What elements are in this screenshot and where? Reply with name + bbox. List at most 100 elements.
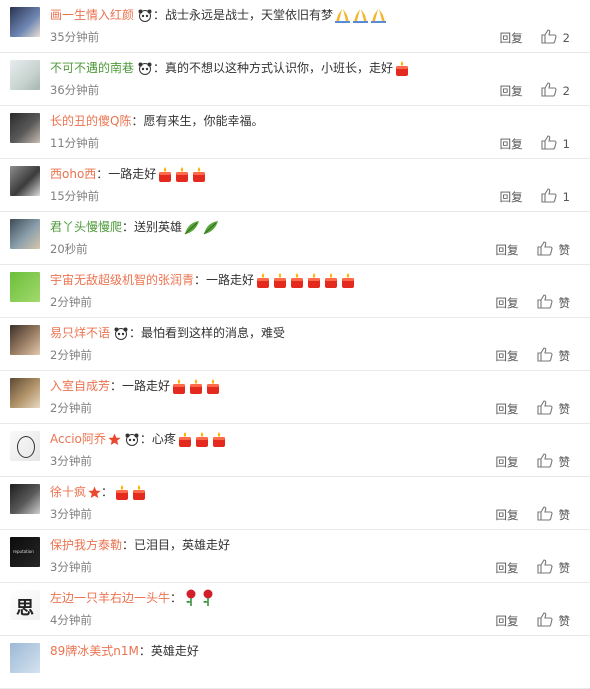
candle-emoji-icon — [171, 378, 187, 395]
comment-text: ：战士永远是战士，天堂依旧有梦 — [153, 8, 334, 22]
candle-emoji-icon — [191, 166, 207, 183]
timestamp: 36分钟前 — [50, 83, 100, 97]
comment-line: 君丫头慢慢爬 ：送别英雄 — [50, 218, 590, 236]
timestamp: 11分钟前 — [50, 136, 100, 150]
timestamp: 35分钟前 — [50, 30, 100, 44]
reply-button[interactable]: 回复 — [496, 454, 519, 470]
comment-content: 宇宙无敌超级机智的张润青 ：一路走好 — [50, 271, 590, 289]
reply-button[interactable]: 回复 — [496, 507, 519, 523]
comment-text: ：一路走好 — [194, 273, 255, 287]
reply-button[interactable]: 回复 — [496, 613, 519, 629]
reply-button[interactable]: 回复 — [500, 136, 523, 152]
username-link[interactable]: 保护我方泰勒 — [50, 536, 122, 554]
comment-content: 入室自成芳 ：一路走好 — [50, 377, 590, 395]
star-badge-icon — [88, 486, 101, 499]
like-button[interactable]: 1 — [541, 135, 570, 153]
comment-line: 画一生情入红颜 ：战士永远是战士，天堂依旧有梦 — [50, 6, 590, 24]
avatar[interactable] — [10, 325, 40, 355]
comment-actions: 回复 赞 — [496, 400, 570, 418]
comment-line: 长的丑的傻Q陈 ：愿有来生，你能幸福。 — [50, 112, 590, 130]
comment-content: 画一生情入红颜 ：战士永远是战士，天堂依旧有梦 — [50, 6, 590, 24]
username-link[interactable]: 西oho西 — [50, 165, 96, 183]
avatar[interactable] — [10, 484, 40, 514]
like-button[interactable]: 赞 — [536, 347, 570, 365]
like-count: 赞 — [558, 561, 571, 575]
comment-row: 西oho西 ：一路走好 15分钟前 回复 1 — [0, 159, 590, 212]
comment-actions: 回复 1 — [500, 188, 570, 206]
avatar[interactable] — [10, 378, 40, 408]
like-button[interactable]: 2 — [541, 29, 570, 47]
username-link[interactable]: 画一生情入红颜 — [50, 6, 134, 24]
comment-actions: 回复 赞 — [496, 453, 570, 471]
reply-button[interactable]: 回复 — [500, 189, 523, 205]
like-button[interactable]: 赞 — [536, 506, 570, 524]
reply-button[interactable]: 回复 — [500, 30, 523, 46]
like-button[interactable]: 赞 — [536, 453, 570, 471]
comment-content: 不可不遇的南巷 ：真的不想以这种方式认识你，小班长，走好 — [50, 59, 590, 77]
comment-actions: 回复 赞 — [496, 347, 570, 365]
like-button[interactable]: 赞 — [536, 294, 571, 312]
avatar[interactable]: reputation — [10, 537, 40, 567]
comment-actions: 回复 2 — [500, 82, 570, 100]
avatar[interactable] — [10, 113, 40, 143]
comment-content: 君丫头慢慢爬 ：送别英雄 — [50, 218, 590, 236]
like-button[interactable]: 赞 — [536, 241, 570, 259]
comment-actions: 回复 1 — [500, 135, 570, 153]
like-count: 2 — [562, 31, 570, 45]
username-link[interactable]: Accio阿乔 — [50, 430, 106, 448]
comment-text: ：送别英雄 — [122, 220, 183, 234]
username-link[interactable]: 左边一只羊右边一头牛 — [50, 589, 170, 607]
like-button[interactable]: 赞 — [536, 559, 571, 577]
comment-text: ：最怕看到这样的消息，难受 — [129, 326, 286, 340]
username-link[interactable]: 不可不遇的南巷 — [50, 59, 134, 77]
comment-line: Accio阿乔 ：心疼 — [50, 430, 590, 448]
reply-button[interactable]: 回复 — [496, 348, 519, 364]
leaf-emoji-icon — [183, 219, 201, 236]
comment-actions: 回复 赞 — [496, 612, 570, 630]
candle-emoji-icon — [211, 431, 227, 448]
like-button[interactable]: 1 — [541, 188, 570, 206]
comment-row: Accio阿乔 ：心疼 3分钟前 回复 赞 — [0, 424, 590, 477]
avatar[interactable] — [10, 643, 40, 673]
avatar[interactable] — [10, 431, 40, 461]
username-link[interactable]: 89牌冰美式n1M — [50, 642, 139, 660]
comment-text: ：心疼 — [139, 432, 176, 446]
comment-row: 长的丑的傻Q陈 ：愿有来生，你能幸福。 11分钟前 回复 1 — [0, 106, 590, 159]
like-count: 2 — [562, 84, 570, 98]
username-link[interactable]: 徐十疯 — [50, 483, 86, 501]
reply-button[interactable]: 回复 — [496, 295, 519, 311]
like-button[interactable]: 赞 — [536, 612, 570, 630]
username-link[interactable]: 宇宙无敌超级机智的张润青 — [50, 271, 194, 289]
candle-emoji-icon — [131, 484, 147, 501]
timestamp: 15分钟前 — [50, 189, 100, 203]
candle-emoji-icon — [289, 272, 305, 289]
avatar[interactable] — [10, 166, 40, 196]
comment-actions: 回复 赞 — [496, 559, 571, 577]
comment-content: 长的丑的傻Q陈 ：愿有来生，你能幸福。 — [50, 112, 590, 130]
reply-button[interactable]: 回复 — [496, 242, 519, 258]
avatar[interactable] — [10, 60, 40, 90]
reply-button[interactable]: 回复 — [496, 560, 519, 576]
avatar[interactable] — [10, 219, 40, 249]
reply-button[interactable]: 回复 — [500, 83, 523, 99]
panda-badge-icon — [137, 8, 153, 22]
username-link[interactable]: 君丫头慢慢爬 — [50, 218, 122, 236]
reply-button[interactable]: 回复 — [496, 401, 519, 417]
comment-line: 西oho西 ：一路走好 — [50, 165, 590, 183]
avatar[interactable]: 思 — [10, 590, 40, 620]
comment-line: 不可不遇的南巷 ：真的不想以这种方式认识你，小班长，走好 — [50, 59, 590, 77]
like-button[interactable]: 2 — [541, 82, 570, 100]
panda-badge-icon — [124, 432, 140, 446]
avatar[interactable] — [10, 7, 40, 37]
username-link[interactable]: 易只烊不语 — [50, 324, 110, 342]
timestamp: 3分钟前 — [50, 560, 92, 574]
like-button[interactable]: 赞 — [536, 400, 570, 418]
candle-emoji-icon — [114, 484, 130, 501]
avatar[interactable] — [10, 272, 40, 302]
username-link[interactable]: 长的丑的傻Q陈 — [50, 112, 131, 130]
thumbs-up-icon — [536, 612, 553, 630]
candle-emoji-icon — [340, 272, 356, 289]
thumbs-up-icon — [536, 506, 553, 524]
like-count: 赞 — [558, 296, 571, 310]
username-link[interactable]: 入室自成芳 — [50, 377, 110, 395]
